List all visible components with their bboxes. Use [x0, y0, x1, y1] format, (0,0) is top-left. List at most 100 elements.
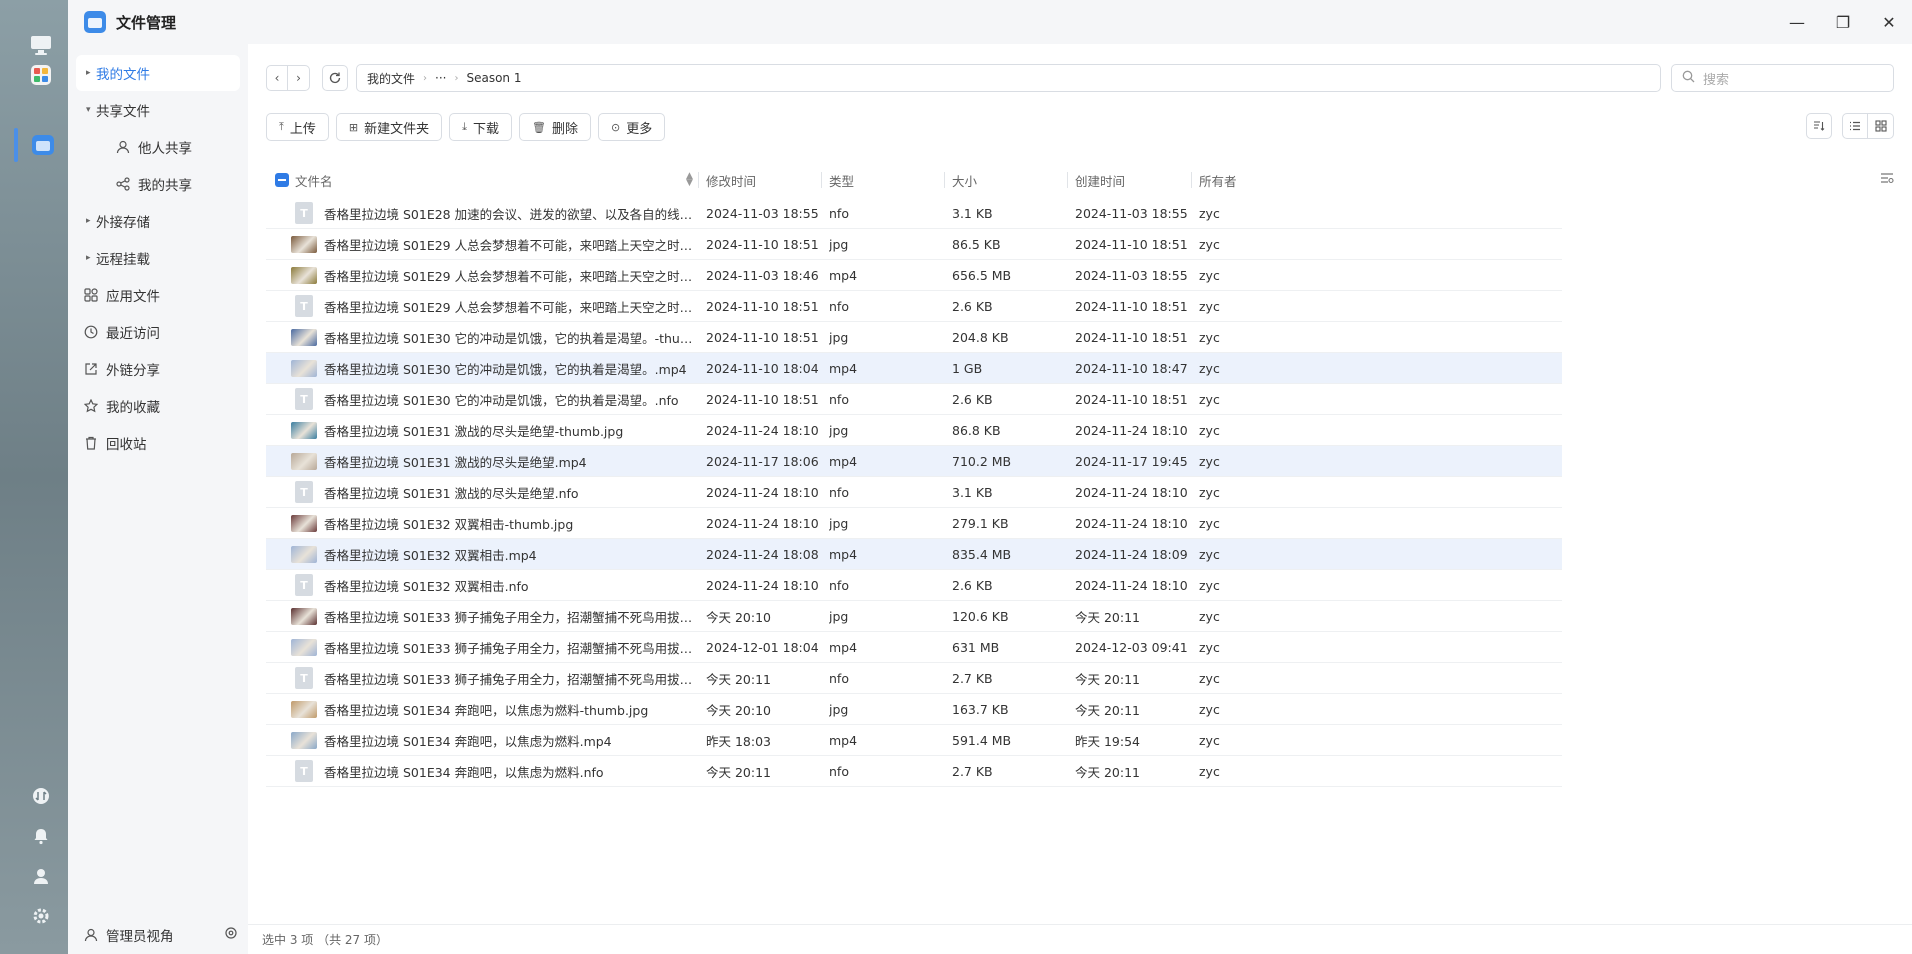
maximize-button[interactable]: ❐: [1820, 0, 1866, 44]
sidebar-item-shared-by-others[interactable]: 他人共享: [76, 129, 240, 165]
minimize-button[interactable]: —: [1774, 0, 1820, 44]
table-row[interactable]: 香格里拉边境 S01E30 它的冲动是饥饿，它的执着是渴望。.mp4 2024-1…: [266, 353, 1562, 384]
search-input[interactable]: 搜索: [1671, 64, 1894, 92]
settings-gear-icon[interactable]: [30, 905, 52, 927]
search-icon: [1682, 70, 1695, 87]
modified-time: 2024-11-10 18:51: [706, 329, 819, 345]
breadcrumb-item-current[interactable]: Season 1: [466, 71, 521, 85]
new-folder-button[interactable]: ⊞ 新建文件夹: [335, 113, 443, 141]
new-folder-label: 新建文件夹: [364, 121, 430, 137]
file-name: 香格里拉边境 S01E31 激战的尽头是绝望.nfo: [324, 485, 579, 501]
table-row[interactable]: T 香格里拉边境 S01E31 激战的尽头是绝望.nfo 2024-11-24 18…: [266, 477, 1562, 508]
column-settings-icon[interactable]: [1880, 172, 1894, 187]
file-name: 香格里拉边境 S01E33 狮子捕兔子用全力，招潮蟹捕不死鸟用拔萨刀-thumb…: [324, 609, 696, 625]
table-row[interactable]: 香格里拉边境 S01E34 奔跑吧，以焦虑为燃料.mp4 昨天 18:03 mp4 5…: [266, 725, 1562, 756]
breadcrumb-item-root[interactable]: 我的文件: [367, 70, 415, 87]
refresh-button[interactable]: [322, 65, 348, 91]
column-header-created[interactable]: 创建时间: [1075, 171, 1125, 190]
collapse-caret-icon[interactable]: ▾: [86, 105, 91, 115]
forward-button[interactable]: ›: [288, 65, 310, 91]
sidebar-item-recent[interactable]: 最近访问: [76, 314, 240, 350]
file-name: 香格里拉边境 S01E29 人总会梦想着不可能，来吧踏上天空之时-thumb.j…: [324, 237, 696, 253]
table-row[interactable]: T 香格里拉边境 S01E33 狮子捕兔子用全力，招潮蟹捕不死鸟用拔萨刀.nfo 今…: [266, 663, 1562, 694]
file-owner: zyc: [1199, 205, 1220, 221]
table-row[interactable]: 香格里拉边境 S01E32 双翼相击-thumb.jpg 2024-11-24 1…: [266, 508, 1562, 539]
file-type: nfo: [829, 391, 849, 407]
app-center-icon[interactable]: [24, 58, 58, 92]
table-row[interactable]: T 香格里拉边境 S01E30 它的冲动是饥饿，它的执着是渴望。.nfo 2024-…: [266, 384, 1562, 415]
list-view-icon: [1850, 121, 1860, 131]
transfer-icon[interactable]: [30, 785, 52, 807]
column-header-modified[interactable]: 修改时间: [706, 171, 756, 190]
upload-button[interactable]: ⤒ 上传: [266, 113, 329, 141]
file-owner: zyc: [1199, 267, 1220, 283]
image-thumbnail: [291, 700, 317, 718]
table-row[interactable]: 香格里拉边境 S01E33 狮子捕兔子用全力，招潮蟹捕不死鸟用拔萨刀-thumb…: [266, 601, 1562, 632]
breadcrumb[interactable]: 我的文件 › ··· › Season 1: [356, 64, 1661, 92]
expand-caret-icon[interactable]: ▸: [86, 253, 91, 263]
table-row[interactable]: T 香格里拉边境 S01E28 加速的会议、迸发的欲望、以及各自的线索.nfo 20…: [266, 198, 1562, 229]
sidebar-item-label: 最近访问: [106, 326, 160, 342]
table-row[interactable]: 香格里拉边境 S01E30 它的冲动是饥饿，它的执着是渴望。-thumb.jpg…: [266, 322, 1562, 353]
table-row[interactable]: 香格里拉边境 S01E31 激战的尽头是绝望-thumb.jpg 2024-11-…: [266, 415, 1562, 446]
select-all-checkbox[interactable]: [275, 173, 289, 187]
column-header-type[interactable]: 类型: [829, 171, 854, 190]
table-row[interactable]: 香格里拉边境 S01E29 人总会梦想着不可能，来吧踏上天空之时.mp4 2024…: [266, 260, 1562, 291]
file-name: 香格里拉边境 S01E28 加速的会议、迸发的欲望、以及各自的线索.nfo: [324, 206, 696, 222]
more-button[interactable]: ⊙ 更多: [598, 113, 666, 141]
nfo-file-icon: T: [295, 760, 313, 782]
file-manager-dock-icon[interactable]: [26, 128, 60, 162]
nfo-file-icon: T: [295, 481, 313, 503]
file-name: 香格里拉边境 S01E33 狮子捕兔子用全力，招潮蟹捕不死鸟用拔萨刀.nfo: [324, 671, 696, 687]
column-header-size[interactable]: 大小: [952, 171, 977, 190]
breadcrumb-separator-icon: ›: [423, 72, 428, 84]
sort-button[interactable]: [1806, 113, 1832, 139]
table-row[interactable]: T 香格里拉边境 S01E29 人总会梦想着不可能，来吧踏上天空之时.nfo 202…: [266, 291, 1562, 322]
selection-status: 选中 3 项 （共 27 项）: [262, 933, 388, 947]
sidebar-item-favorites[interactable]: 我的收藏: [76, 388, 240, 424]
file-owner: zyc: [1199, 515, 1220, 531]
back-button[interactable]: ‹: [266, 65, 288, 91]
list-view-button[interactable]: [1842, 113, 1868, 139]
desktop-icon[interactable]: [24, 28, 58, 62]
breadcrumb-separator-icon: ›: [454, 72, 459, 84]
table-row[interactable]: T 香格里拉边境 S01E34 奔跑吧，以焦虑为燃料.nfo 今天 20:11 nfo…: [266, 756, 1562, 787]
table-row[interactable]: 香格里拉边境 S01E31 激战的尽头是绝望.mp4 2024-11-17 18:…: [266, 446, 1562, 477]
expand-caret-icon[interactable]: ▸: [86, 216, 91, 226]
expand-caret-icon[interactable]: ▸: [86, 68, 91, 78]
sidebar-item-shared-files[interactable]: ▾ 共享文件: [76, 92, 240, 128]
column-header-owner[interactable]: 所有者: [1199, 171, 1237, 190]
admin-settings-gear-icon[interactable]: [224, 926, 238, 944]
breadcrumb-ellipsis[interactable]: ···: [435, 71, 446, 85]
admin-view-toggle[interactable]: 管理员视角: [68, 916, 248, 954]
system-dock: [0, 0, 68, 954]
modified-time: 2024-11-10 18:51: [706, 298, 819, 314]
sort-arrows-icon[interactable]: ▲ ▼: [686, 172, 693, 188]
more-label: 更多: [626, 121, 653, 137]
sidebar-item-external-share[interactable]: 外链分享: [76, 351, 240, 387]
close-button[interactable]: ✕: [1866, 0, 1912, 44]
notification-bell-icon[interactable]: [30, 825, 52, 847]
image-thumbnail: [291, 731, 317, 749]
file-owner: zyc: [1199, 763, 1220, 779]
table-row[interactable]: 香格里拉边境 S01E33 狮子捕兔子用全力，招潮蟹捕不死鸟用拔萨刀.mp4 20…: [266, 632, 1562, 663]
download-button[interactable]: ⤓ 下载: [449, 113, 513, 141]
sidebar-item-remote-mount[interactable]: ▸ 远程挂载: [76, 240, 240, 276]
modified-time: 2024-11-24 18:10: [706, 577, 819, 593]
grid-view-button[interactable]: [1868, 113, 1894, 139]
sidebar-item-app-files[interactable]: 应用文件: [76, 277, 240, 313]
modified-time: 今天 20:10: [706, 609, 771, 625]
file-name: 香格里拉边境 S01E32 双翼相击-thumb.jpg: [324, 516, 574, 532]
delete-button[interactable]: 🗑︎ 删除: [519, 113, 591, 141]
sidebar-item-my-shares[interactable]: 我的共享: [76, 166, 240, 202]
column-header-name[interactable]: 文件名: [295, 171, 333, 190]
sidebar-item-external-storage[interactable]: ▸ 外接存储: [76, 203, 240, 239]
table-row[interactable]: T 香格里拉边境 S01E32 双翼相击.nfo 2024-11-24 18:10 n…: [266, 570, 1562, 601]
table-row[interactable]: 香格里拉边境 S01E34 奔跑吧，以焦虑为燃料-thumb.jpg 今天 20:…: [266, 694, 1562, 725]
sidebar-item-recycle-bin[interactable]: 回收站: [76, 425, 240, 461]
sidebar-item-my-files[interactable]: ▸ 我的文件: [76, 55, 240, 91]
file-size: 656.5 MB: [952, 267, 1012, 283]
user-icon[interactable]: [30, 865, 52, 887]
table-row[interactable]: 香格里拉边境 S01E32 双翼相击.mp4 2024-11-24 18:08 mp…: [266, 539, 1562, 570]
table-row[interactable]: 香格里拉边境 S01E29 人总会梦想着不可能，来吧踏上天空之时-thumb.j…: [266, 229, 1562, 260]
